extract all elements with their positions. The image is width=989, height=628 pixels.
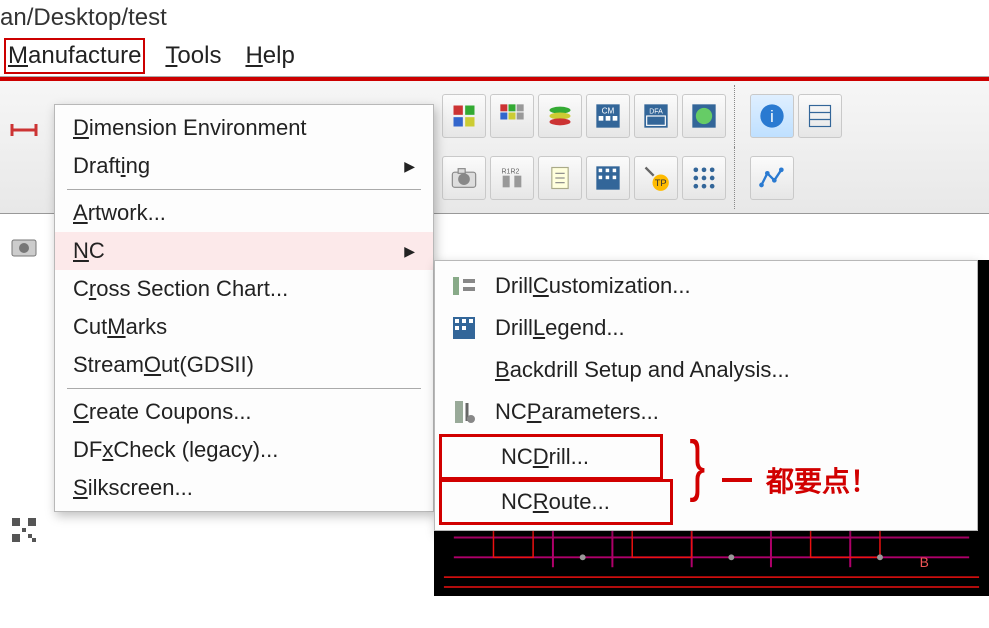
drill-legend-icon [447,313,481,343]
window-title-path: an/Desktop/test [0,0,989,40]
menu-dfx-check[interactable]: DFx Check (legacy)... [55,431,433,469]
svg-text:CM: CM [602,107,615,116]
qr-icon [6,512,42,548]
submenu-drill-customization[interactable]: Drill Customization... [435,265,977,307]
menu-cut-marks[interactable]: Cut Marks [55,308,433,346]
menu-separator [67,388,421,389]
menubar: Manufacture Tools Help [0,40,989,77]
toolbar-layers-icon[interactable] [538,94,582,138]
submenu-backdrill[interactable]: Backdrill Setup and Analysis... [435,349,977,391]
submenu-nc-route[interactable]: NC Route... [441,481,671,523]
menu-dimension-environment[interactable]: Dimension Environment [55,109,433,147]
submenu-nc-parameters[interactable]: NC Parameters... [435,391,977,433]
manufacture-dropdown: Dimension Environment Drafting▶ Artwork.… [54,104,434,512]
nc-params-icon [447,397,481,427]
camera-small-icon [6,228,42,264]
menu-stream-out[interactable]: Stream Out(GDSII) [55,346,433,384]
submenu-nc-drill[interactable]: NC Drill... [441,436,661,478]
submenu-arrow-icon: ▶ [404,243,415,260]
toolbar-notes-icon[interactable] [538,156,582,200]
menu-manufacture-rest: anufacture [28,42,141,69]
svg-text:i: i [770,108,774,126]
annotation-dash [722,478,752,482]
svg-text:TP: TP [655,178,667,188]
annotation-text: 都要点！ [766,460,878,500]
toolbar-button-2[interactable] [490,94,534,138]
toolbar-grid-icon[interactable] [586,156,630,200]
menu-separator [67,189,421,190]
menu-nc[interactable]: NC▶ [55,232,433,270]
svg-text:B: B [920,554,929,570]
annotation-brace: } [689,426,705,504]
menu-help[interactable]: Help [245,42,294,70]
menu-cross-section-chart[interactable]: Cross Section Chart... [55,270,433,308]
toolbar-r1r2-icon[interactable]: R1R2 [490,156,534,200]
toolbar-dfa-icon[interactable]: DFA [634,94,678,138]
menu-manufacture[interactable]: Manufacture [8,42,141,70]
menu-silkscreen[interactable]: Silkscreen... [55,469,433,507]
submenu-arrow-icon: ▶ [404,158,415,175]
menu-drafting[interactable]: Drafting▶ [55,147,433,185]
svg-text:R1R2: R1R2 [502,168,520,175]
dimension-icon [6,112,42,148]
toolbar-camera-icon[interactable] [442,156,486,200]
toolbar-dots-icon[interactable] [682,156,726,200]
toolbar-testpoint-icon[interactable]: TP [634,156,678,200]
menu-create-coupons[interactable]: Create Coupons... [55,393,433,431]
toolbar-button-1[interactable] [442,94,486,138]
nc-submenu: Drill Customization... Drill Legend... B… [434,260,978,531]
drill-cust-icon [447,271,481,301]
toolbar-button-9[interactable] [798,94,842,138]
side-icons [6,112,50,628]
toolbar-info-icon[interactable]: i [750,94,794,138]
submenu-drill-legend[interactable]: Drill Legend... [435,307,977,349]
toolbar-cm-icon[interactable]: CM [586,94,630,138]
svg-text:DFA: DFA [649,109,663,116]
toolbar-graph-icon[interactable] [750,156,794,200]
menu-tools[interactable]: Tools [165,42,221,70]
menu-artwork[interactable]: Artwork... [55,194,433,232]
toolbar-globe-icon[interactable] [682,94,726,138]
